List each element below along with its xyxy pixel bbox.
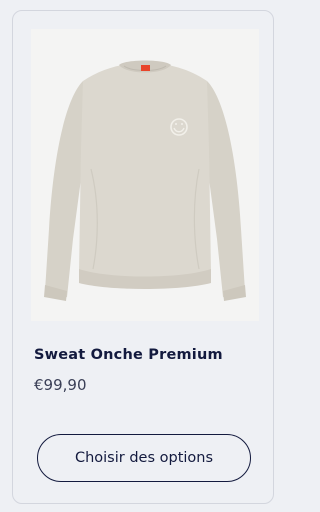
sweatshirt-right-sleeve — [205, 81, 245, 298]
product-price: €99,90 — [34, 376, 87, 394]
product-title[interactable]: Sweat Onche Premium — [34, 347, 223, 363]
choose-options-button[interactable]: Choisir des options — [37, 434, 251, 482]
product-card: Sweat Onche Premium €99,90 Choisir des o… — [12, 10, 274, 504]
sweatshirt-left-sleeve — [45, 81, 85, 298]
product-image[interactable] — [31, 29, 259, 321]
sweatshirt-body — [79, 63, 211, 281]
brand-tag — [141, 65, 150, 71]
